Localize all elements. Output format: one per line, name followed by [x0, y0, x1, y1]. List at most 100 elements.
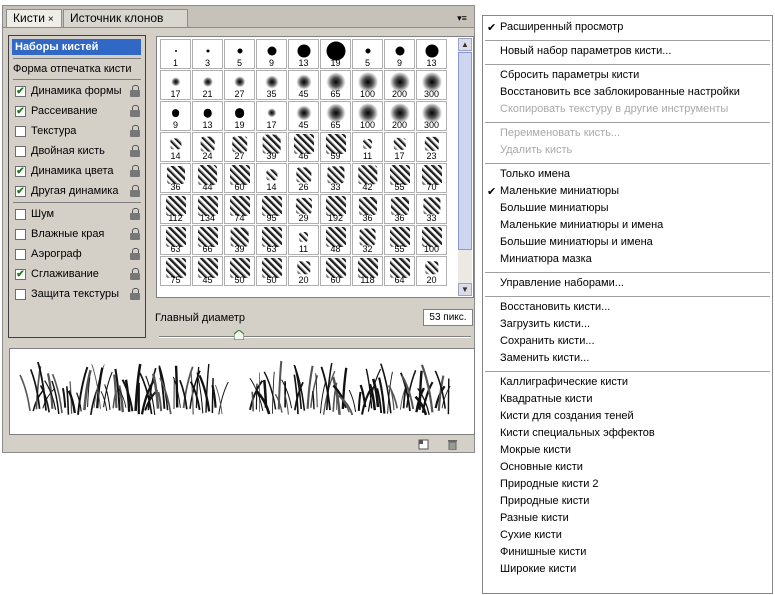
- menu-item[interactable]: Мокрые кисти: [500, 444, 571, 456]
- brush-thumbnail[interactable]: 48: [320, 225, 351, 255]
- brush-thumbnail[interactable]: 5: [352, 39, 383, 69]
- brush-thumbnail[interactable]: 74: [224, 194, 255, 224]
- brush-thumbnail[interactable]: 9: [384, 39, 415, 69]
- menu-item[interactable]: Широкие кисти: [500, 563, 576, 575]
- option-8[interactable]: Влажные края: [13, 226, 143, 244]
- brush-thumbnail[interactable]: 46: [288, 132, 319, 162]
- tab-brushes[interactable]: Кисти ×: [6, 9, 62, 27]
- brush-thumbnail[interactable]: 300: [416, 70, 447, 100]
- brush-thumbnail[interactable]: 17: [160, 70, 191, 100]
- menu-item[interactable]: Квадратные кисти: [500, 393, 593, 405]
- brush-presets-item[interactable]: Наборы кистей: [12, 39, 141, 55]
- lock-icon[interactable]: [130, 85, 141, 97]
- new-brush-icon[interactable]: [418, 439, 430, 450]
- brush-thumbnail[interactable]: 44: [192, 163, 223, 193]
- lock-icon[interactable]: [130, 125, 141, 137]
- option-checkbox[interactable]: ✔: [15, 166, 26, 177]
- lock-icon[interactable]: [130, 165, 141, 177]
- brush-thumbnail[interactable]: 200: [384, 70, 415, 100]
- option-checkbox[interactable]: ✔: [15, 86, 26, 97]
- brush-thumbnail[interactable]: 17: [256, 101, 287, 131]
- option-4[interactable]: Двойная кисть: [13, 143, 143, 161]
- menu-item[interactable]: Восстановить кисти...: [500, 301, 610, 313]
- option-checkbox[interactable]: [15, 249, 26, 260]
- menu-item[interactable]: Финишные кисти: [500, 546, 586, 558]
- brush-thumbnail[interactable]: 95: [256, 194, 287, 224]
- brush-thumbnail[interactable]: 5: [224, 39, 255, 69]
- brush-thumbnail[interactable]: 42: [352, 163, 383, 193]
- brush-thumbnail[interactable]: 3: [192, 39, 223, 69]
- brush-thumbnail[interactable]: 100: [352, 101, 383, 131]
- option-2[interactable]: ✔ Рассеивание: [13, 103, 143, 121]
- brush-thumbnail[interactable]: 192: [320, 194, 351, 224]
- brush-thumbnail[interactable]: 300: [416, 101, 447, 131]
- option-checkbox[interactable]: [15, 146, 26, 157]
- brush-thumbnail[interactable]: 100: [352, 70, 383, 100]
- menu-item[interactable]: Природные кисти 2: [500, 478, 599, 490]
- lock-icon[interactable]: [130, 248, 141, 260]
- menu-item[interactable]: Маленькие миниатюры: [500, 185, 619, 197]
- brush-thumbnail[interactable]: 19: [320, 39, 351, 69]
- brush-tip-shape-item[interactable]: Форма отпечатка кисти: [13, 62, 143, 76]
- option-7[interactable]: Шум: [13, 206, 143, 224]
- grid-scrollbar[interactable]: ▲ ▼: [458, 38, 472, 296]
- menu-item[interactable]: Управление наборами...: [500, 277, 624, 289]
- lock-icon[interactable]: [130, 185, 141, 197]
- menu-item[interactable]: Сохранить кисти...: [500, 335, 595, 347]
- brush-thumbnail[interactable]: 50: [256, 256, 287, 286]
- brush-thumbnail[interactable]: 45: [288, 70, 319, 100]
- menu-item[interactable]: Разные кисти: [500, 512, 569, 524]
- brush-thumbnail[interactable]: 45: [288, 101, 319, 131]
- brush-thumbnail[interactable]: 66: [192, 225, 223, 255]
- brush-thumbnail[interactable]: 33: [416, 194, 447, 224]
- lock-icon[interactable]: [130, 228, 141, 240]
- brush-thumbnail[interactable]: 11: [352, 132, 383, 162]
- brush-thumbnail[interactable]: 11: [288, 225, 319, 255]
- option-3[interactable]: Текстура: [13, 123, 143, 141]
- option-9[interactable]: Аэрограф: [13, 246, 143, 264]
- brush-thumbnail[interactable]: 65: [320, 70, 351, 100]
- scroll-down-icon[interactable]: ▼: [458, 283, 472, 296]
- option-10[interactable]: ✔ Сглаживание: [13, 266, 143, 284]
- brush-thumbnail[interactable]: 39: [224, 225, 255, 255]
- menu-item[interactable]: Маленькие миниатюры и имена: [500, 219, 663, 231]
- brush-thumbnail[interactable]: 55: [384, 225, 415, 255]
- brush-thumbnail[interactable]: 36: [160, 163, 191, 193]
- brush-thumbnail[interactable]: 1: [160, 39, 191, 69]
- brush-thumbnail[interactable]: 50: [224, 256, 255, 286]
- brush-thumbnail[interactable]: 13: [416, 39, 447, 69]
- master-diameter-slider[interactable]: [159, 336, 471, 338]
- brush-thumbnail[interactable]: 14: [160, 132, 191, 162]
- brush-thumbnail[interactable]: 39: [256, 132, 287, 162]
- brush-thumbnail[interactable]: 63: [256, 225, 287, 255]
- menu-item[interactable]: Восстановить все заблокированные настрой…: [500, 86, 740, 98]
- brush-thumbnail[interactable]: 36: [352, 194, 383, 224]
- option-1[interactable]: ✔ Динамика формы: [13, 83, 143, 101]
- brush-thumbnail[interactable]: 60: [320, 256, 351, 286]
- trash-icon[interactable]: [447, 438, 458, 450]
- tab-clone-source[interactable]: Источник клонов: [63, 9, 188, 27]
- brush-thumbnail[interactable]: 112: [160, 194, 191, 224]
- brush-thumbnail[interactable]: 24: [192, 132, 223, 162]
- close-icon[interactable]: ×: [48, 14, 54, 25]
- menu-item[interactable]: Большие миниатюры и имена: [500, 236, 653, 248]
- option-checkbox[interactable]: [15, 229, 26, 240]
- lock-icon[interactable]: [130, 288, 141, 300]
- brush-thumbnail[interactable]: 55: [384, 163, 415, 193]
- brush-thumbnail[interactable]: 17: [384, 132, 415, 162]
- brush-thumbnail[interactable]: 200: [384, 101, 415, 131]
- slider-thumb-icon[interactable]: [234, 330, 244, 340]
- brush-thumbnail[interactable]: 60: [224, 163, 255, 193]
- option-11[interactable]: Защита текстуры: [13, 286, 143, 304]
- brush-thumbnail[interactable]: 65: [320, 101, 351, 131]
- menu-item[interactable]: Природные кисти: [500, 495, 589, 507]
- lock-icon[interactable]: [130, 208, 141, 220]
- panel-menu-icon[interactable]: ▾≡: [454, 12, 470, 24]
- brush-thumbnail[interactable]: 13: [192, 101, 223, 131]
- menu-item[interactable]: Кисти специальных эффектов: [500, 427, 655, 439]
- option-5[interactable]: ✔ Динамика цвета: [13, 163, 143, 181]
- brush-thumbnail[interactable]: 35: [256, 70, 287, 100]
- brush-thumbnail[interactable]: 9: [256, 39, 287, 69]
- menu-item[interactable]: Заменить кисти...: [500, 352, 589, 364]
- option-6[interactable]: ✔ Другая динамика: [13, 183, 143, 201]
